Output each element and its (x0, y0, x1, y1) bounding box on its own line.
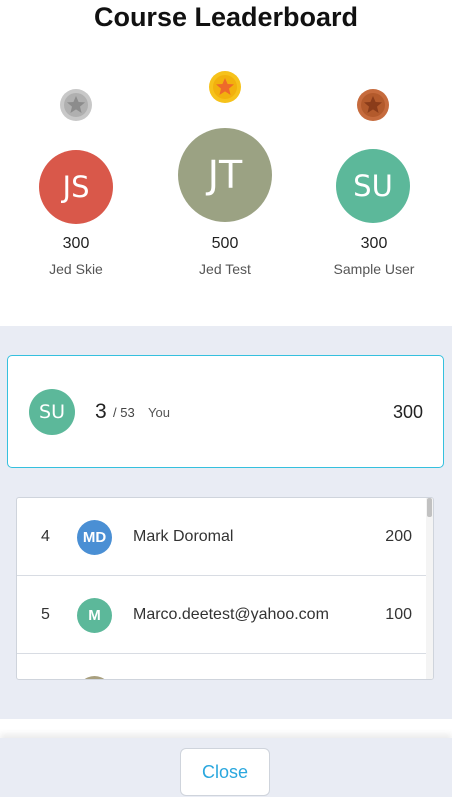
podium-score: 300 (360, 235, 388, 252)
avatar (77, 676, 112, 679)
leaderboard-list[interactable]: 4 MD Mark Doromal 200 5 M Marco.deetest@… (16, 497, 434, 680)
list-item[interactable]: 4 MD Mark Doromal 200 (17, 498, 433, 576)
podium-second[interactable]: JS 300 Jed Skie (20, 88, 132, 283)
scrollbar[interactable] (426, 498, 433, 679)
avatar: MD (77, 520, 112, 555)
user-rank: 3 (95, 400, 107, 423)
avatar: SU (29, 389, 75, 435)
list-item[interactable]: 5 M Marco.deetest@yahoo.com 100 (17, 576, 433, 654)
rank: 5 (41, 606, 50, 623)
podium-third[interactable]: SU 300 Sample User (318, 88, 430, 283)
name: Mark Doromal (133, 528, 234, 545)
you-label: You (148, 405, 170, 420)
score: 200 (385, 528, 412, 545)
footer: Close (0, 738, 452, 797)
podium-name: Jed Skie (49, 261, 103, 277)
rank: 4 (41, 528, 50, 545)
total-participants: / 53 (113, 405, 135, 420)
current-user-card[interactable]: SU 3 / 53 You 300 (7, 355, 444, 468)
podium-score: 300 (62, 235, 90, 252)
scrollbar-thumb[interactable] (427, 498, 432, 517)
podium-score: 500 (211, 235, 239, 252)
silver-medal-icon (59, 88, 93, 122)
avatar: M (77, 598, 112, 633)
podium: Course Leaderboard JS 300 Jed Skie JT 50… (0, 0, 452, 326)
score: 100 (385, 606, 412, 623)
list-item-partial[interactable] (17, 654, 433, 679)
page-title: Course Leaderboard (93, 2, 359, 32)
gold-medal-icon (208, 70, 242, 104)
close-button[interactable]: Close (180, 748, 270, 796)
avatar: JT (178, 128, 272, 222)
avatar: SU (336, 149, 410, 223)
name: Marco.deetest@yahoo.com (133, 606, 329, 623)
podium-name: Jed Test (199, 261, 251, 277)
bronze-medal-icon (356, 88, 390, 122)
user-score: 300 (392, 402, 423, 422)
podium-name: Sample User (333, 261, 415, 277)
podium-first[interactable]: JT 500 Jed Test (168, 70, 282, 283)
avatar: JS (39, 150, 113, 224)
